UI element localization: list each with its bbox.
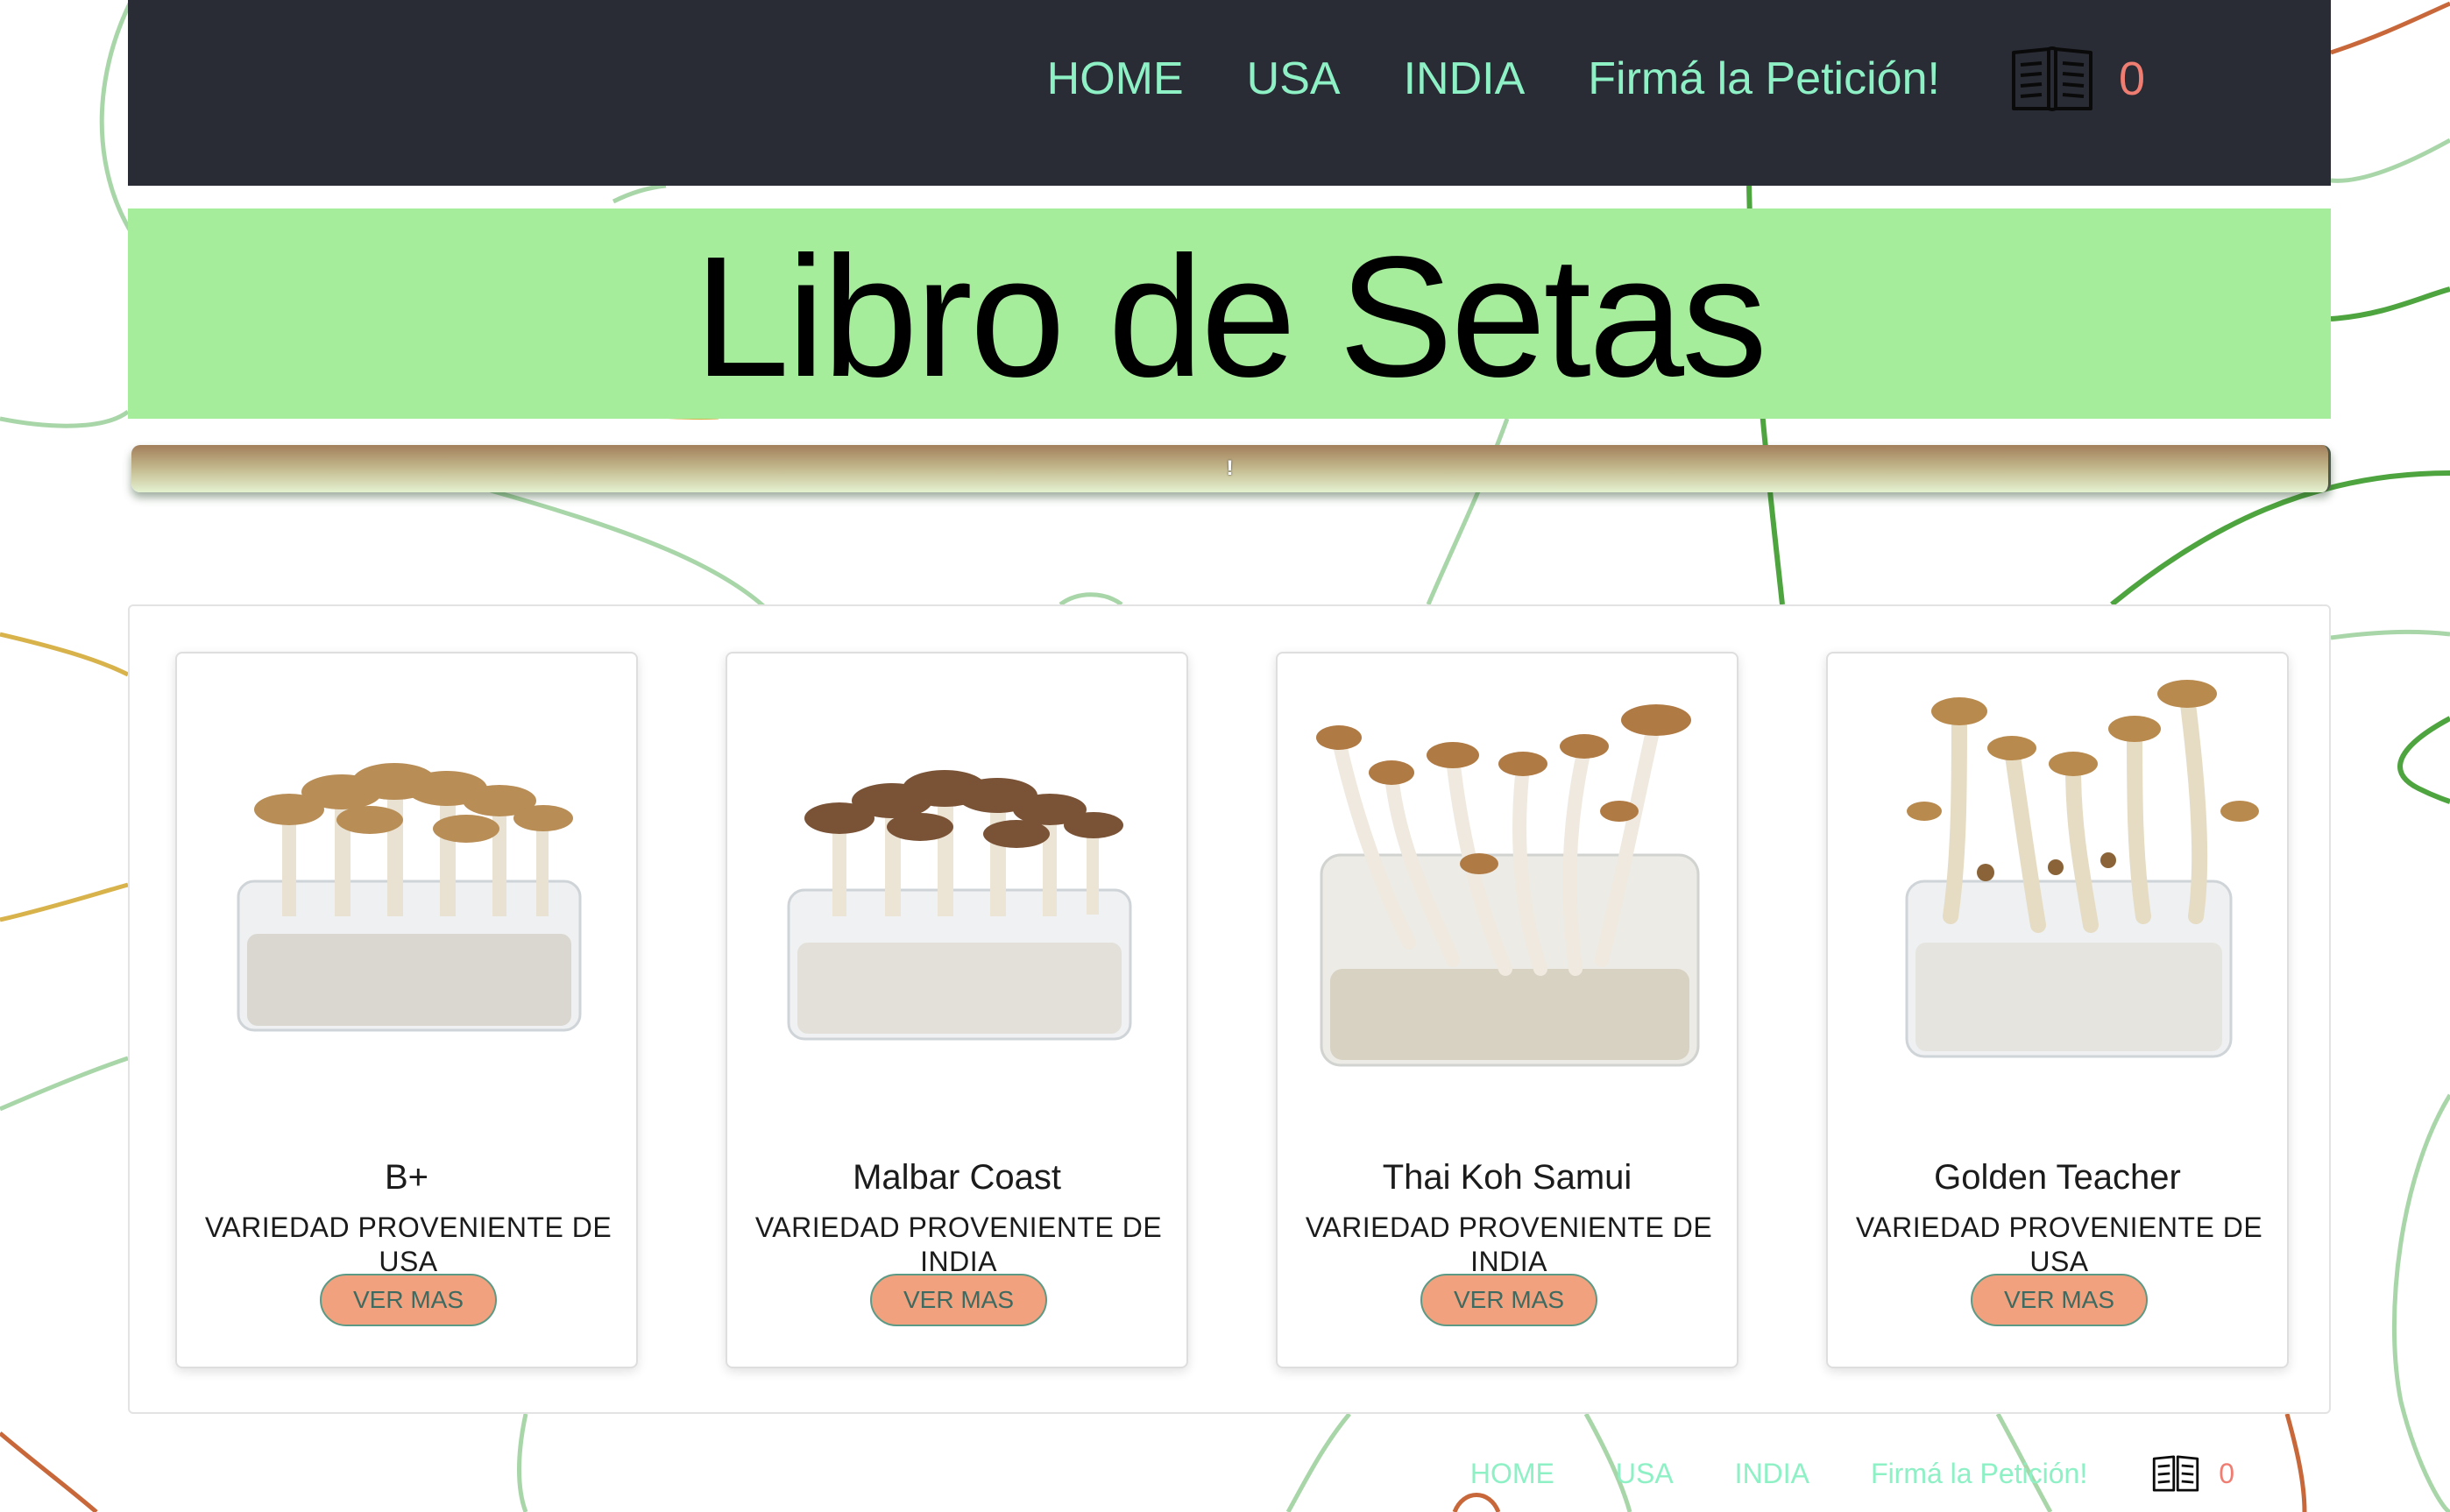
mushroom-image (1316, 704, 1700, 1067)
mushroom-image (1905, 680, 2259, 1058)
footer-link-home[interactable]: HOME (1470, 1458, 1554, 1490)
footer-link-india[interactable]: INDIA (1735, 1458, 1809, 1490)
nav-links: HOME USA INDIA Firmá la Petición! 0 (984, 46, 2145, 112)
footer-cart-count: 0 (2219, 1457, 2234, 1489)
footer-link-petition[interactable]: Firmá la Petición! (1871, 1458, 2087, 1490)
product-origin: VARIEDAD PROVENIENTE DE INDIA (754, 1212, 1163, 1277)
book-icon (2011, 46, 2092, 111)
title-banner: Libro de Setas (128, 208, 2331, 419)
nav-link-usa[interactable]: USA (1247, 53, 1341, 105)
top-navbar: HOME USA INDIA Firmá la Petición! 0 (128, 0, 2331, 186)
nav-link-petition[interactable]: Firmá la Petición! (1588, 53, 1940, 105)
book-icon (2153, 1455, 2199, 1492)
nav-link-india[interactable]: INDIA (1404, 53, 1526, 105)
page-title: Libro de Setas (694, 221, 1767, 413)
product-origin: VARIEDAD PROVENIENTE DE INDIA (1305, 1212, 1713, 1277)
footer-nav: HOME USA INDIA Firmá la Petición! 0 (1409, 1454, 2234, 1493)
mushroom-image (787, 770, 1132, 1041)
product-cards-panel: B+ VARIEDAD PROVENIENTE DE USA VER MAS M… (128, 604, 2331, 1414)
product-card: Malbar Coast VARIEDAD PROVENIENTE DE IND… (726, 652, 1188, 1368)
ver-mas-button[interactable]: VER MAS (1971, 1274, 2148, 1326)
product-name: Malbar Coast (853, 1158, 1061, 1197)
footer-cart-button[interactable]: 0 (2152, 1454, 2234, 1493)
ver-mas-button[interactable]: VER MAS (870, 1274, 1047, 1326)
nav-link-home[interactable]: HOME (1047, 53, 1184, 105)
product-name: Thai Koh Samui (1382, 1158, 1632, 1197)
product-card: Thai Koh Samui VARIEDAD PROVENIENTE DE I… (1276, 652, 1738, 1368)
product-origin: VARIEDAD PROVENIENTE DE USA (1855, 1212, 2263, 1277)
product-origin: VARIEDAD PROVENIENTE DE USA (204, 1212, 612, 1277)
ver-mas-button[interactable]: VER MAS (320, 1274, 497, 1326)
ver-mas-button[interactable]: VER MAS (1420, 1274, 1597, 1326)
product-name: Golden Teacher (1934, 1158, 2181, 1197)
footer-link-usa[interactable]: USA (1616, 1458, 1674, 1490)
marquee-bar: ! (131, 445, 2331, 492)
marquee-text: ! (1226, 456, 1234, 480)
mushroom-image (237, 763, 582, 1032)
product-card: B+ VARIEDAD PROVENIENTE DE USA VER MAS (175, 652, 638, 1368)
cart-count: 0 (2118, 53, 2145, 105)
product-card: Golden Teacher VARIEDAD PROVENIENTE DE U… (1826, 652, 2289, 1368)
cart-button[interactable]: 0 (2010, 46, 2145, 112)
product-name: B+ (384, 1158, 429, 1197)
